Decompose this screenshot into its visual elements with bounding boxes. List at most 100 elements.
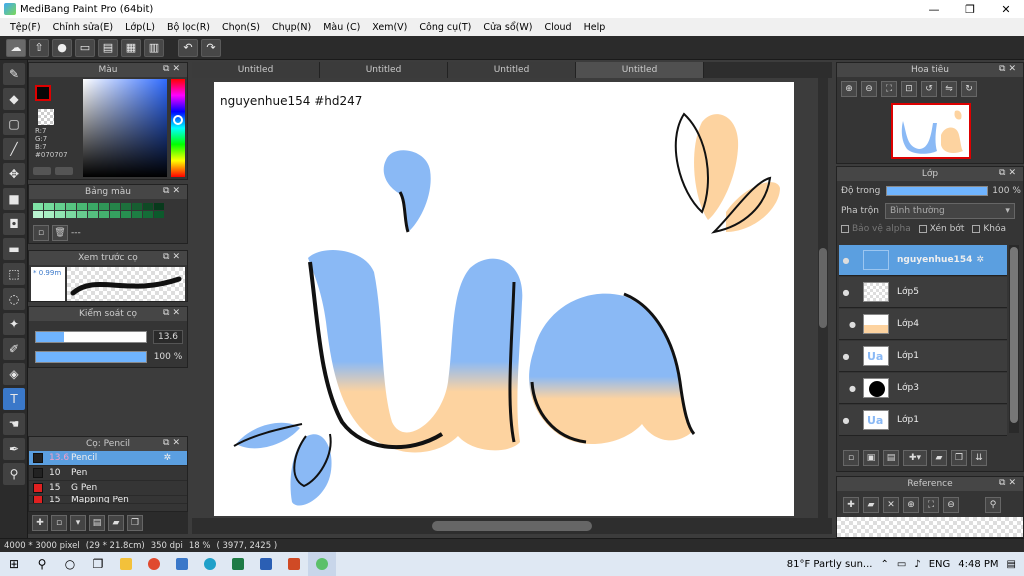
zoom-out-icon[interactable]: ⊖ — [861, 81, 877, 97]
palette-swatch[interactable] — [143, 203, 153, 210]
tab-untitled-2[interactable]: Untitled — [320, 62, 448, 78]
select-rect-icon[interactable]: ⬚ — [3, 263, 25, 285]
canvas-area[interactable]: nguyenhue154 #hd247 — [192, 78, 832, 518]
brush-item[interactable]: 13.6 Pencil ✲ — [29, 451, 187, 466]
text-tool-icon[interactable]: T — [3, 388, 25, 410]
panel-close-icon[interactable]: ⧉✕ — [163, 186, 183, 196]
eraser-tool-icon[interactable]: ◆ — [3, 88, 25, 110]
merge-layer-icon[interactable]: ⇊ — [971, 450, 987, 466]
fill-rect-tool-icon[interactable]: ■ — [3, 188, 25, 210]
palette-swatch[interactable] — [55, 211, 65, 218]
palette-swatch[interactable] — [44, 211, 54, 218]
protect-alpha-checkbox[interactable]: Bảo vệ alpha — [841, 224, 911, 234]
brush-size-slider[interactable] — [35, 331, 147, 343]
eye-icon[interactable]: ● — [839, 384, 856, 393]
navigator-thumbnail[interactable] — [891, 103, 971, 159]
palette-swatch[interactable] — [99, 211, 109, 218]
menu-snap[interactable]: Chụp(N) — [266, 22, 317, 33]
eye-icon[interactable]: ● — [839, 320, 856, 329]
redo-icon[interactable]: ↷ — [201, 38, 221, 57]
folder-icon[interactable]: ▰ — [931, 450, 947, 466]
panel-icon[interactable]: ▤ — [98, 38, 118, 57]
flip-icon[interactable]: ⇋ — [941, 81, 957, 97]
transparent-swatch[interactable] — [38, 109, 54, 125]
foreground-swatch[interactable] — [35, 85, 51, 101]
palette-swatch[interactable] — [55, 203, 65, 210]
layer-opacity-slider[interactable] — [886, 186, 989, 196]
palette-swatch[interactable] — [99, 203, 109, 210]
palette-swatch[interactable] — [132, 211, 142, 218]
medibang-icon[interactable] — [308, 552, 336, 576]
canvas-horizontal-scrollbar[interactable] — [192, 518, 832, 534]
file-explorer-icon[interactable] — [112, 552, 140, 576]
minimize-button[interactable]: — — [916, 0, 952, 18]
pen-tool-icon[interactable]: ✒ — [3, 438, 25, 460]
maximize-button[interactable]: ❐ — [952, 0, 988, 18]
rotate-left-icon[interactable]: ↺ — [921, 81, 937, 97]
panel-close-icon[interactable]: ⧉✕ — [163, 438, 183, 448]
layer-row[interactable]: ● Ua Lớp1 — [839, 405, 1007, 436]
menu-select[interactable]: Chọn(S) — [216, 22, 266, 33]
tray-chevron-icon[interactable]: ⌃ — [880, 559, 888, 570]
menu-view[interactable]: Xem(V) — [366, 22, 413, 33]
canvas-vertical-scrollbar[interactable] — [818, 78, 828, 518]
comment-icon[interactable]: ● — [52, 38, 72, 57]
add-brush-icon[interactable]: ✚ — [32, 515, 48, 531]
new-brush-icon[interactable]: ▫ — [51, 515, 67, 531]
upload-icon[interactable]: ⇧ — [29, 38, 49, 57]
weather-widget[interactable]: 81°F Partly sun... — [787, 559, 873, 570]
gradient-tool-icon[interactable]: ▬ — [3, 238, 25, 260]
menu-tools[interactable]: Công cụ(T) — [413, 22, 477, 33]
rotate-right-icon[interactable]: ↻ — [961, 81, 977, 97]
hue-slider[interactable] — [171, 79, 185, 177]
brush-menu-icon[interactable]: ▾ — [70, 515, 86, 531]
brush-opacity-slider[interactable] — [35, 351, 147, 363]
brush-item[interactable]: 15 G Pen — [29, 481, 187, 496]
layers-scrollbar[interactable] — [1009, 245, 1019, 433]
color-swap-button[interactable] — [55, 167, 73, 175]
cloud-icon[interactable]: ☁ — [6, 38, 26, 57]
artboard[interactable]: nguyenhue154 #hd247 — [214, 82, 794, 516]
brush-settings-icon[interactable]: ▤ — [89, 515, 105, 531]
menu-filter[interactable]: Bộ lọc(R) — [161, 22, 216, 33]
menu-color[interactable]: Màu (C) — [317, 22, 366, 33]
gear-icon[interactable]: ✲ — [163, 453, 171, 463]
open-reference-icon[interactable]: ▰ — [863, 497, 879, 513]
panel-close-icon[interactable]: ⧉✕ — [163, 64, 183, 74]
tab-untitled-4[interactable]: Untitled — [576, 62, 704, 78]
panel-close-icon[interactable]: ⧉✕ — [163, 252, 183, 262]
close-button[interactable]: ✕ — [988, 0, 1024, 18]
hue-cursor[interactable] — [173, 115, 183, 125]
desktop-icon[interactable] — [168, 552, 196, 576]
undo-icon[interactable]: ↶ — [178, 38, 198, 57]
lock-checkbox[interactable]: Khóa — [972, 224, 1006, 234]
eye-icon[interactable]: ● — [839, 352, 853, 361]
volume-icon[interactable]: ♪ — [914, 559, 920, 570]
eye-icon[interactable]: ● — [839, 288, 853, 297]
tab-untitled-3[interactable]: Untitled — [448, 62, 576, 78]
new-halftone-layer-icon[interactable]: ▣ — [863, 450, 879, 466]
palette-swatch[interactable] — [77, 203, 87, 210]
duplicate-icon[interactable]: ❐ — [127, 515, 143, 531]
palette-swatch[interactable] — [77, 211, 87, 218]
app-icon[interactable] — [140, 552, 168, 576]
palette-swatch[interactable] — [33, 211, 43, 218]
layout-icon[interactable]: ▥ — [144, 38, 164, 57]
layer-row[interactable]: ● Ua Lớp1 — [839, 341, 1007, 372]
reference-canvas[interactable] — [837, 517, 1023, 537]
zoom-out-icon[interactable]: ⊖ — [943, 497, 959, 513]
palette-swatch[interactable] — [88, 203, 98, 210]
saturation-value-picker[interactable] — [83, 79, 167, 177]
add-layer-menu-icon[interactable]: ✚▾ — [903, 450, 927, 466]
palette-swatch[interactable] — [66, 203, 76, 210]
layer-row[interactable]: ● Lớp3 — [839, 373, 1007, 404]
palette-swatch[interactable] — [132, 203, 142, 210]
palette-swatch[interactable] — [143, 211, 153, 218]
eye-icon[interactable]: ● — [839, 416, 853, 425]
palette-swatch[interactable] — [44, 203, 54, 210]
layer-row[interactable]: ● nguyenhue154 ✲ — [839, 245, 1007, 276]
folder-icon[interactable]: ▰ — [108, 515, 124, 531]
blend-mode-select[interactable]: Bình thường — [884, 203, 1015, 219]
menu-layer[interactable]: Lớp(L) — [119, 22, 161, 33]
language-indicator[interactable]: ENG — [929, 559, 951, 570]
